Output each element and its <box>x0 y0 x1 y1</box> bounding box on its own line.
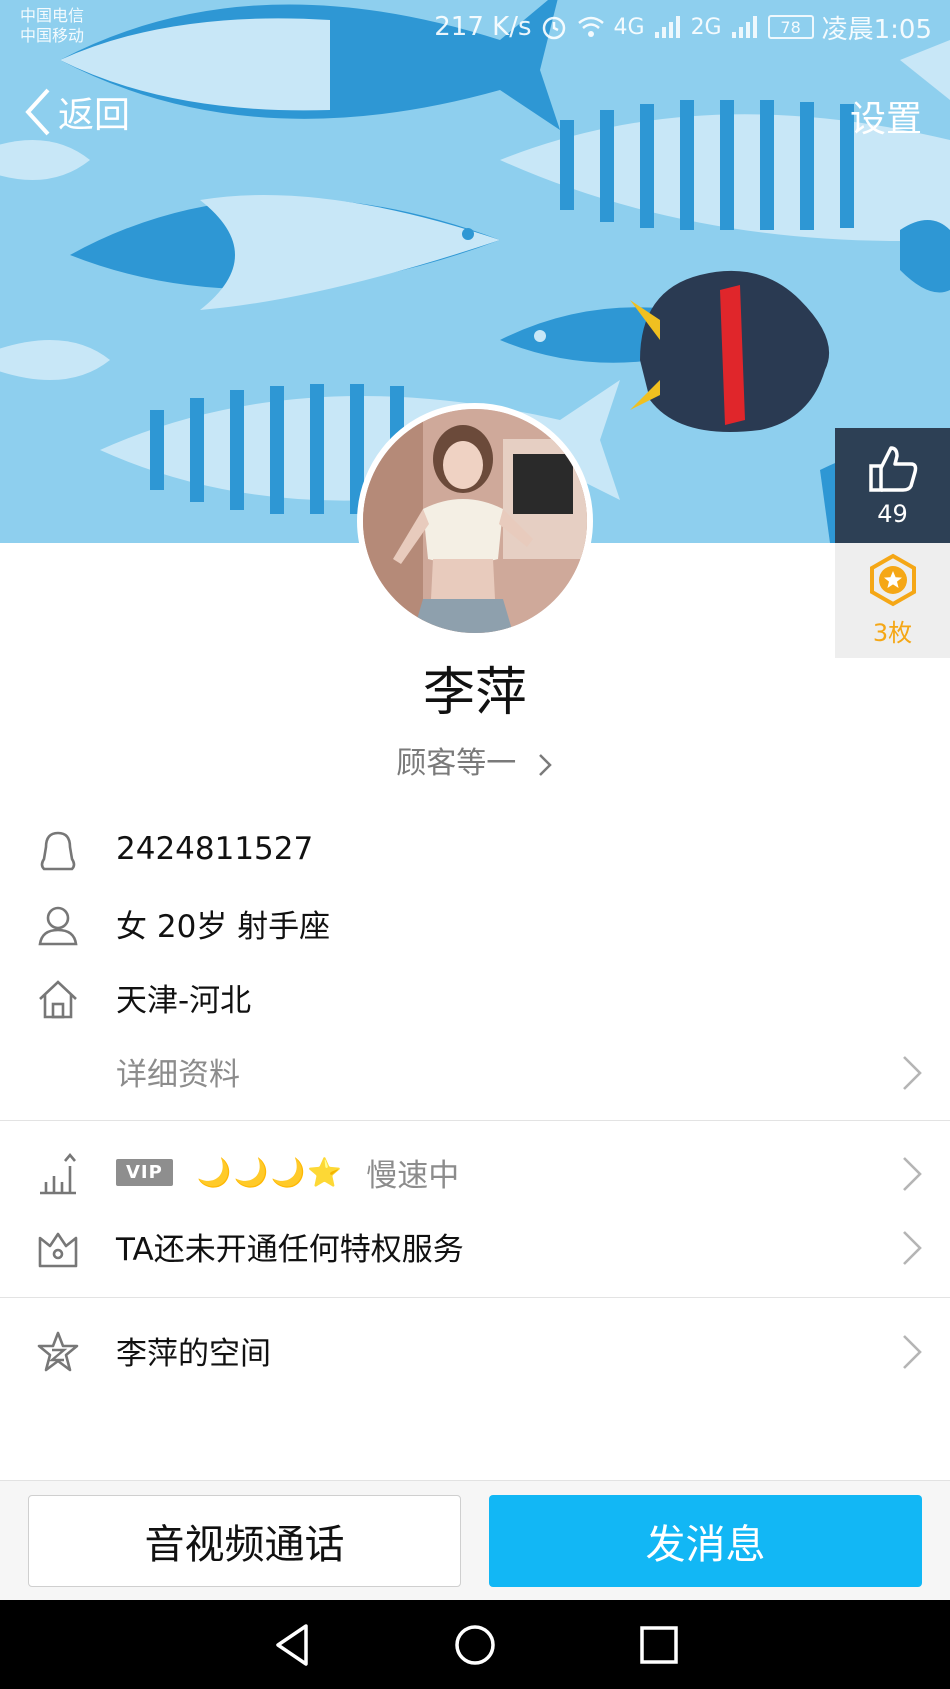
settings-button[interactable]: 设置 <box>850 90 922 142</box>
home-icon <box>39 980 77 1019</box>
divider <box>0 1120 950 1121</box>
chevron-right-icon <box>903 1231 922 1265</box>
basic-info-row: 女 20岁 射手座 <box>0 888 950 958</box>
nav-back-icon[interactable] <box>266 1618 320 1672</box>
like-button[interactable]: 49 <box>835 428 950 543</box>
action-bar: 音视频通话 发消息 <box>0 1480 950 1600</box>
medal-icon <box>869 553 916 607</box>
detail-info-label: 详细资料 <box>116 1056 240 1093</box>
nav-home-icon[interactable] <box>448 1618 502 1672</box>
divider <box>0 1297 950 1298</box>
privilege-text: TA还未开通任何特权服务 <box>116 1231 464 1268</box>
hometown-row: 天津-河北 <box>0 962 950 1032</box>
qq-number: 2424811527 <box>116 831 314 867</box>
hometown: 天津-河北 <box>116 982 252 1019</box>
vip-info: VIP 🌙🌙🌙⭐ 慢速中 <box>116 1150 459 1195</box>
net-2g-label: 2G <box>690 14 722 40</box>
net-4g-label: 4G <box>613 14 645 40</box>
penguin-icon <box>40 831 76 871</box>
crown-box-icon <box>38 1232 78 1268</box>
chevron-right-icon <box>538 753 552 776</box>
medal-button[interactable]: 3枚 <box>835 543 950 658</box>
carrier-info: 中国电信 中国移动 <box>20 6 84 46</box>
signal-1-icon <box>653 14 683 40</box>
detail-info-row[interactable]: 详细资料 <box>0 1036 950 1106</box>
carrier-1: 中国电信 <box>20 6 85 25</box>
nav-recents-icon[interactable] <box>632 1618 686 1672</box>
status-bar: 中国电信 中国移动 217 K/s 4G 2G 78 凌晨1:05 <box>0 0 950 56</box>
battery-icon: 78 <box>767 15 814 39</box>
thumbs-up-icon <box>868 445 917 492</box>
avatar-photo <box>363 409 587 633</box>
level-text: 顾客等一 <box>396 746 517 781</box>
alarm-icon <box>542 16 565 40</box>
back-label: 返回 <box>58 95 131 136</box>
net-speed: 217 K/s <box>434 12 532 42</box>
top-nav: 返回 设置 <box>0 80 950 144</box>
chevron-right-icon <box>903 1157 922 1191</box>
vip-level-icons: 🌙🌙🌙⭐ <box>196 1155 345 1189</box>
gender-age-sign: 女 20岁 射手座 <box>116 908 331 945</box>
wifi-icon <box>577 16 604 37</box>
vip-row[interactable]: VIP 🌙🌙🌙⭐ 慢速中 <box>0 1137 950 1207</box>
vip-status: 慢速中 <box>366 1157 460 1194</box>
chevron-left-icon <box>25 88 50 136</box>
level-link[interactable]: 顾客等一 <box>0 738 950 782</box>
user-icon <box>38 906 78 946</box>
carrier-2: 中国移动 <box>20 26 85 45</box>
signal-2-icon <box>730 14 760 40</box>
qzone-star-icon <box>37 1331 79 1372</box>
like-count: 49 <box>877 499 908 528</box>
clock: 凌晨1:05 <box>821 14 932 45</box>
profile-name: 李萍 <box>422 663 527 723</box>
chevron-right-icon <box>903 1335 922 1369</box>
growth-chart-icon <box>40 1152 76 1195</box>
privilege-row[interactable]: TA还未开通任何特权服务 <box>0 1211 950 1281</box>
av-call-button[interactable]: 音视频通话 <box>28 1495 461 1587</box>
back-button[interactable]: 返回 <box>22 86 130 138</box>
qzone-row[interactable]: 李萍的空间 <box>0 1315 950 1385</box>
chevron-right-icon <box>903 1056 922 1090</box>
avatar[interactable] <box>357 403 593 639</box>
vip-badge: VIP <box>116 1158 173 1186</box>
medal-count: 3枚 <box>872 619 913 647</box>
qq-number-row: 2424811527 <box>0 814 950 884</box>
qzone-label: 李萍的空间 <box>116 1335 271 1372</box>
system-nav-bar <box>0 1600 950 1689</box>
status-icons: 217 K/s 4G 2G 78 凌晨1:05 <box>434 10 932 45</box>
send-message-button[interactable]: 发消息 <box>489 1495 922 1587</box>
